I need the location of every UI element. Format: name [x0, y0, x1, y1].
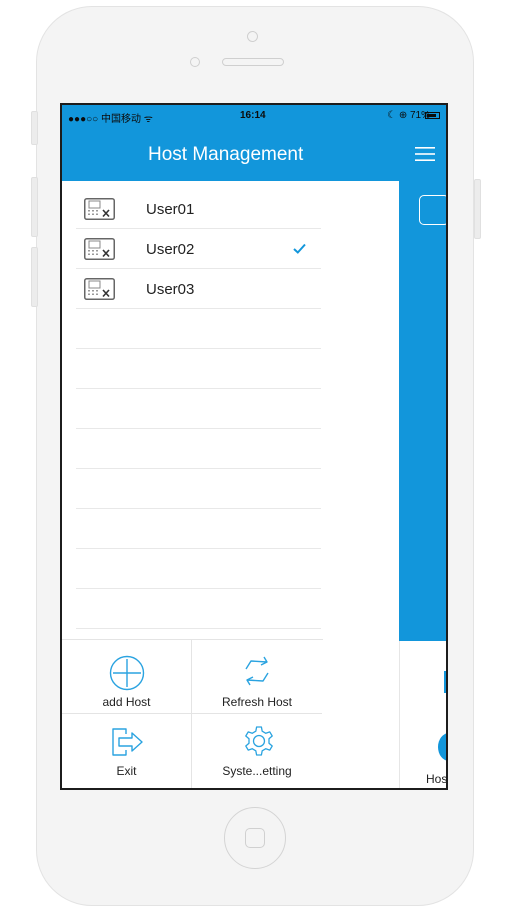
- hamburger-menu-icon[interactable]: [414, 144, 436, 164]
- refresh-icon: [245, 656, 269, 686]
- list-item-empty: [76, 589, 321, 629]
- exit-button[interactable]: Exit: [62, 714, 192, 788]
- host-device-offline-icon: [84, 238, 115, 260]
- gear-icon: [245, 726, 273, 756]
- add-host-label: add Host: [102, 695, 151, 709]
- host-name: User01: [146, 201, 195, 218]
- add-circle-icon: [109, 655, 145, 691]
- background-host-tab-icon[interactable]: [438, 733, 446, 761]
- host-row-user03[interactable]: User03: [76, 269, 321, 309]
- carrier-signal: ●●●○○ 中国移动 ᯤ: [68, 114, 153, 125]
- background-tab-bar: Hos: [399, 641, 448, 788]
- host-drawer: User01 User02 User03 add Host Refresh Ho…: [62, 181, 323, 788]
- action-grid: add Host Refresh Host Exit Syste...ettin…: [62, 639, 323, 788]
- phone-home-button-square: [245, 828, 265, 848]
- host-device-offline-icon: [84, 198, 115, 220]
- status-bar: ●●●○○ 中国移动 ᯤ 16:14 ☾ ⊕ 71%: [62, 105, 446, 127]
- background-tab-icon: [444, 671, 446, 693]
- system-setting-label: Syste...etting: [222, 764, 292, 778]
- background-host-tab-label: Hos: [426, 772, 448, 786]
- list-item-empty: [76, 309, 321, 349]
- background-main-view: [399, 181, 446, 641]
- status-time: 16:14: [240, 110, 266, 121]
- phone-volume-down-button: [31, 247, 38, 307]
- refresh-host-button[interactable]: Refresh Host: [192, 640, 322, 714]
- add-host-button[interactable]: add Host: [62, 640, 192, 714]
- phone-sensor: [190, 57, 200, 67]
- list-item-empty: [76, 429, 321, 469]
- phone-front-camera: [247, 31, 258, 42]
- phone-volume-up-button: [31, 177, 38, 237]
- exit-label: Exit: [116, 764, 137, 778]
- list-item-empty: [76, 469, 321, 509]
- list-item-empty: [76, 349, 321, 389]
- checkmark-icon: [293, 243, 306, 254]
- system-setting-button[interactable]: Syste...etting: [192, 714, 322, 788]
- host-name: User02: [146, 241, 195, 258]
- battery-icon: [425, 112, 440, 119]
- host-row-user01[interactable]: User01: [76, 189, 321, 229]
- host-device-icon: [419, 195, 446, 225]
- list-item-empty: [76, 389, 321, 429]
- app-screen: ●●●○○ 中国移动 ᯤ 16:14 ☾ ⊕ 71% Host Manageme…: [60, 103, 448, 790]
- phone-speaker: [222, 58, 284, 66]
- host-name: User03: [146, 281, 195, 298]
- list-item-empty: [76, 509, 321, 549]
- phone-mute-switch: [31, 111, 38, 145]
- refresh-host-label: Refresh Host: [221, 695, 293, 709]
- host-device-offline-icon: [84, 278, 115, 300]
- list-item-empty: [76, 549, 321, 589]
- nav-bar: Host Management: [62, 127, 446, 181]
- battery-percent: ☾ ⊕ 71%: [387, 110, 430, 121]
- exit-icon: [112, 728, 143, 756]
- page-title: Host Management: [148, 144, 304, 165]
- host-row-user02[interactable]: User02: [76, 229, 321, 269]
- phone-power-button: [474, 179, 481, 239]
